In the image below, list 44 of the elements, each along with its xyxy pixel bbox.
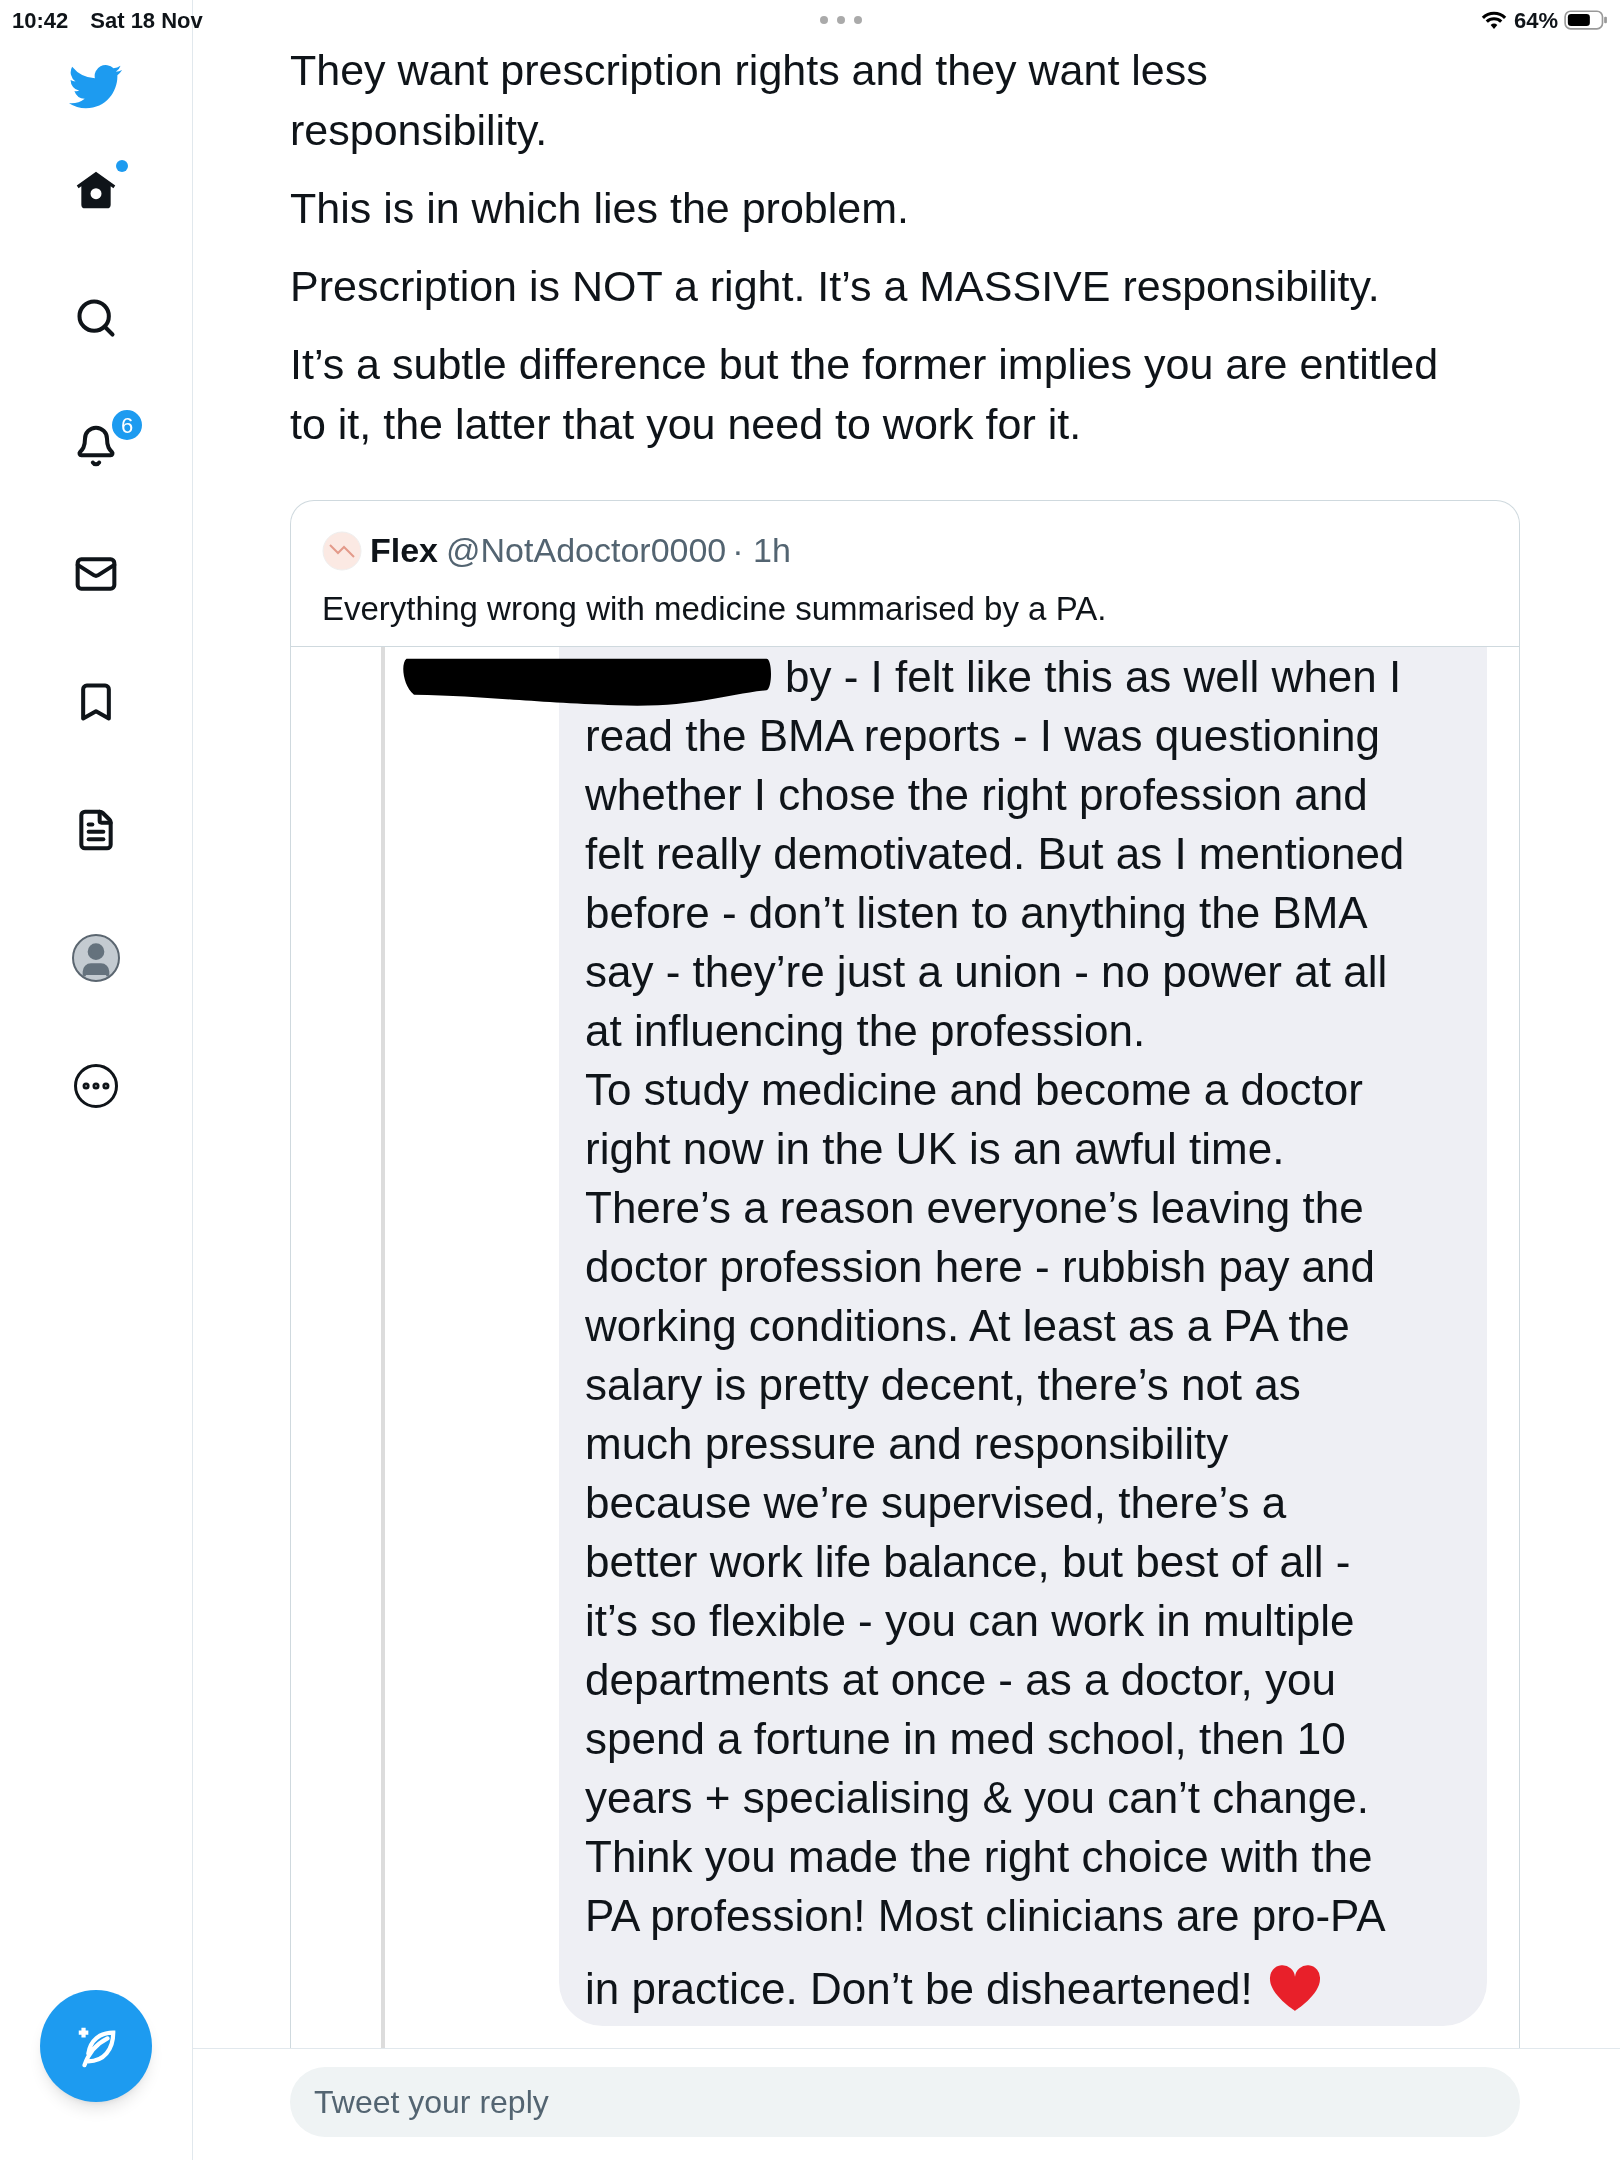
message-line: years + specialising & you can’t change.: [585, 1771, 1369, 1824]
tweet-time: · 1h: [732, 530, 791, 571]
bird-logo-icon[interactable]: [69, 64, 123, 110]
dots-icon: [819, 15, 864, 25]
message-line: it’s so flexible - you can work in multiple: [585, 1594, 1355, 1647]
avatar-icon: [322, 530, 362, 571]
profile-icon[interactable]: [72, 934, 120, 982]
battery-percent: 64%: [1513, 6, 1558, 35]
search-icon[interactable]: [74, 296, 118, 340]
message-line: at influencing the profession.: [585, 1004, 1146, 1057]
message-line: because we’re supervised, there’s a: [585, 1476, 1287, 1529]
author-name: Flex: [370, 530, 439, 571]
message-line: by - I felt like this as well when I: [785, 650, 1402, 703]
message-line: departments at once - as a doctor, you: [585, 1653, 1336, 1706]
message-line: salary is pretty decent, there’s not as: [585, 1358, 1301, 1411]
message-line: read the BMA reports - I was questioning: [585, 709, 1380, 762]
tweet-text: It’s a subtle difference but the former implies you are entitled to it, the latter that you need to work for it.: [290, 339, 1440, 450]
wifi-icon: [1479, 10, 1508, 30]
message-line: spend a fortune in med school, then 10: [585, 1712, 1346, 1765]
message-line: in practice. Don’t be disheartened!: [585, 1962, 1253, 2015]
message-line: before - don’t listen to anything the BMA: [585, 886, 1368, 939]
message-line: whether I chose the right profession and: [585, 768, 1368, 821]
tweet-text: Prescription is NOT a right. It’s a MASSIVE responsibility.: [290, 261, 1381, 312]
tweet-text: They want prescription rights and they want less responsibility.: [290, 45, 1209, 156]
notification-badge: 6: [110, 408, 144, 442]
status-date: Sat 18 Nov: [90, 6, 203, 35]
reply-field[interactable]: Tweet your reply: [290, 2067, 1520, 2137]
message-line: better work life balance, but best of all -: [585, 1535, 1351, 1588]
message-line: working conditions. At least as a PA the: [585, 1299, 1350, 1352]
battery-icon: [1564, 9, 1608, 31]
message-line: say - they’re just a union - no power at all: [585, 945, 1388, 998]
message-line: right now in the UK is an awful time.: [585, 1122, 1285, 1175]
message-line: There’s a reason everyone’s leaving the: [585, 1181, 1364, 1234]
tweet-text: This is in which lies the problem.: [290, 183, 910, 234]
message-line: PA profession! Most clinicians are pro-PA: [585, 1889, 1386, 1942]
message-line: To study medicine and become a doctor: [585, 1063, 1363, 1116]
more-icon[interactable]: [74, 1064, 118, 1108]
message-line: felt really demotivated. But as I mentioned: [585, 827, 1405, 880]
status-time: 10:42: [12, 6, 69, 35]
author-handle: @NotAdoctor0000: [446, 530, 727, 571]
message-line: doctor profession here - rubbish pay and: [585, 1240, 1376, 1293]
message-line: much pressure and responsibility: [585, 1417, 1229, 1470]
message-line: Think you made the right choice with the: [585, 1830, 1373, 1883]
quote-text: Everything wrong with medicine summarised by a PA.: [322, 589, 1108, 629]
